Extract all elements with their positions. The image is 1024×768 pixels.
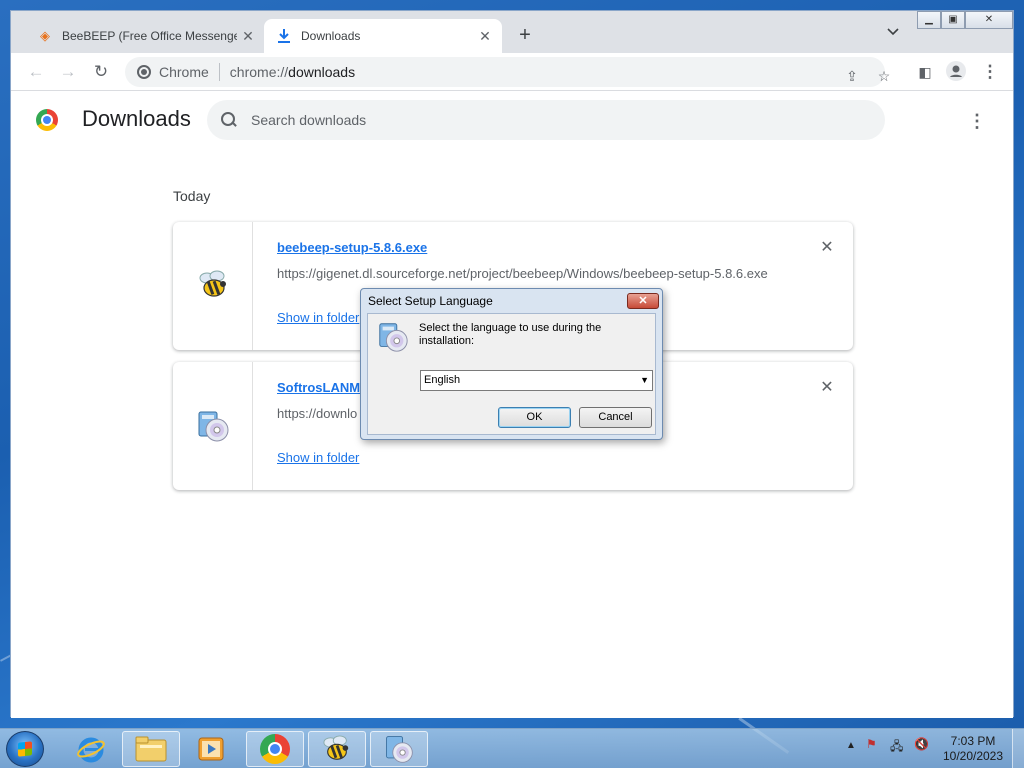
download-filename-link[interactable]: SoftrosLANMe xyxy=(277,380,367,395)
dialog-message: Select the language to use during the in… xyxy=(419,322,602,347)
show-hidden-icons-arrow-icon[interactable]: ▲ xyxy=(846,740,856,751)
download-source-url[interactable]: https://gigenet.dl.sourceforge.net/proje… xyxy=(277,266,768,281)
new-tab-button[interactable]: + xyxy=(513,23,537,47)
search-downloads-box[interactable] xyxy=(207,100,885,140)
reload-icon[interactable]: ↻ xyxy=(90,61,112,83)
download-file-icon-area xyxy=(173,362,253,490)
ok-button[interactable]: OK xyxy=(498,407,571,428)
omnibox-divider xyxy=(218,63,220,81)
installer-cd-icon xyxy=(386,736,413,763)
address-bar[interactable]: Chrome chrome:// downloads ⇪ ☆ xyxy=(125,57,890,87)
download-filename-link[interactable]: beebeep-setup-5.8.6.exe xyxy=(277,240,427,255)
action-center-flag-icon[interactable]: ⚑ xyxy=(866,737,877,751)
clock-date: 10/20/2023 xyxy=(942,749,1004,763)
show-in-folder-link[interactable]: Show in folder xyxy=(277,450,359,465)
download-favicon-icon xyxy=(276,28,292,44)
search-downloads-input[interactable] xyxy=(251,112,851,128)
beebeep-favicon-icon: ◈ xyxy=(40,28,50,43)
dialog-body: Select the language to use during the in… xyxy=(367,313,656,435)
installer-cd-icon xyxy=(198,411,229,442)
url-scheme: chrome:// xyxy=(229,64,289,80)
setup-language-dialog: Select Setup Language ✕ Select the langu… xyxy=(360,288,663,440)
share-icon[interactable]: ⇪ xyxy=(843,67,861,85)
site-label: Chrome xyxy=(159,64,209,80)
tab-close-icon[interactable]: ✕ xyxy=(237,28,259,45)
tab-close-icon[interactable]: ✕ xyxy=(474,28,496,45)
taskbar-file-explorer[interactable] xyxy=(122,731,180,767)
remove-download-icon[interactable]: ✕ xyxy=(817,238,837,258)
date-heading: Today xyxy=(173,188,211,204)
tab-beebeep[interactable]: ◈ BeeBEEP (Free Office Messenger) ✕ xyxy=(25,19,265,53)
start-button[interactable] xyxy=(6,731,44,767)
maximize-button[interactable]: ▣ xyxy=(941,11,965,29)
bookmark-star-icon[interactable]: ☆ xyxy=(875,67,893,85)
browser-menu-icon[interactable]: ⋮ xyxy=(979,61,1001,83)
chrome-site-icon xyxy=(137,65,151,79)
download-source-url[interactable]: https://downlo xyxy=(277,406,357,421)
taskbar-setup[interactable] xyxy=(370,731,428,767)
forward-arrow-icon[interactable]: → xyxy=(57,61,79,83)
tab-strip: ◈ BeeBEEP (Free Office Messenger) ✕ Down… xyxy=(11,11,1013,53)
taskbar-beebeep[interactable] xyxy=(308,731,366,767)
clock-time: 7:03 PM xyxy=(950,734,996,748)
window-close-button[interactable]: ✕ xyxy=(965,11,1013,29)
dropdown-arrow-icon: ▼ xyxy=(640,375,649,385)
url-path: downloads xyxy=(288,64,356,80)
tab-downloads[interactable]: Downloads ✕ xyxy=(264,19,502,53)
profile-avatar-icon[interactable] xyxy=(945,61,967,83)
internet-explorer-icon xyxy=(77,737,105,763)
folder-icon xyxy=(135,736,167,762)
browser-toolbar: ← → ↻ Chrome chrome:// downloads ⇪ ☆ ◧ ⋮ xyxy=(11,53,1013,91)
page-title: Downloads xyxy=(82,106,191,131)
dialog-title: Select Setup Language xyxy=(368,294,493,308)
remove-download-icon[interactable]: ✕ xyxy=(817,378,837,398)
downloads-header: Downloads ⋮ xyxy=(11,92,1013,148)
bee-icon xyxy=(323,735,349,760)
bee-icon xyxy=(199,270,226,297)
back-arrow-icon[interactable]: ← xyxy=(25,61,47,83)
tab-search-chevron-icon[interactable] xyxy=(883,25,903,45)
cancel-button[interactable]: Cancel xyxy=(579,407,652,428)
language-select-value: English xyxy=(424,374,461,386)
chrome-logo-icon xyxy=(36,109,58,131)
tab-title: BeeBEEP (Free Office Messenger) xyxy=(62,29,237,43)
network-icon[interactable]: 🖧 xyxy=(890,737,903,758)
tab-title: Downloads xyxy=(301,29,361,43)
system-clock[interactable]: 7:03 PM 10/20/2023 xyxy=(938,734,1008,764)
chrome-taskbar-icon xyxy=(260,734,290,764)
show-desktop-button[interactable] xyxy=(1012,729,1024,768)
installer-cd-icon xyxy=(379,323,408,352)
side-panel-icon[interactable]: ◧ xyxy=(914,61,936,83)
download-file-icon-area xyxy=(173,222,253,350)
search-icon xyxy=(221,112,237,128)
taskbar-internet-explorer[interactable] xyxy=(62,731,120,767)
media-player-icon xyxy=(198,737,224,761)
minimize-button[interactable]: ▁ xyxy=(917,11,941,29)
dialog-close-button[interactable]: ✕ xyxy=(627,293,659,309)
more-actions-icon[interactable]: ⋮ xyxy=(967,110,987,132)
taskbar: ▲ ⚑ 🖧 🔇 7:03 PM 10/20/2023 xyxy=(0,728,1024,768)
volume-muted-icon[interactable]: 🔇 xyxy=(914,737,929,751)
language-select[interactable]: English ▼ xyxy=(420,370,653,391)
show-in-folder-link[interactable]: Show in folder xyxy=(277,310,359,325)
taskbar-chrome[interactable] xyxy=(246,731,304,767)
taskbar-media-player[interactable] xyxy=(182,731,240,767)
